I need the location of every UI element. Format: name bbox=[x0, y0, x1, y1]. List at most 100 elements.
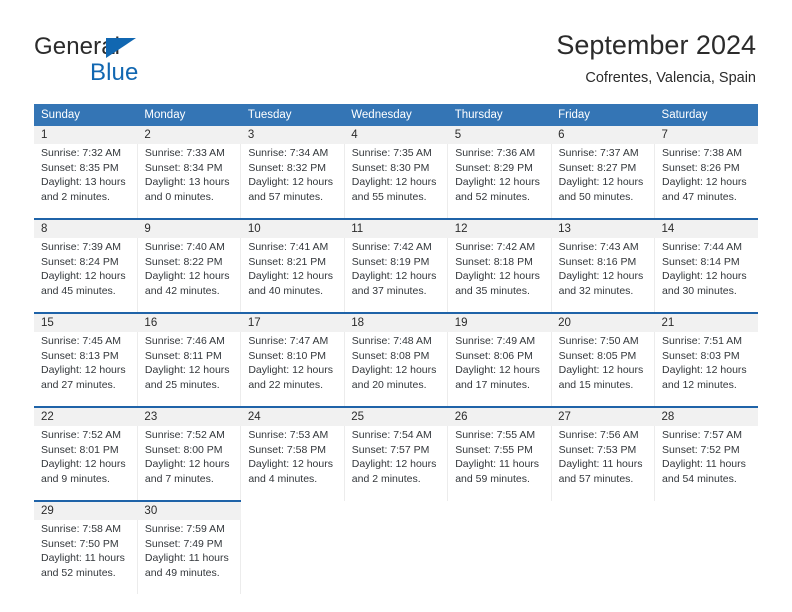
week-row-details: Sunrise: 7:58 AM Sunset: 7:50 PM Dayligh… bbox=[34, 520, 758, 594]
day-cell[interactable]: Sunrise: 7:35 AM Sunset: 8:30 PM Dayligh… bbox=[344, 144, 449, 219]
sunrise-text: Sunrise: 7:43 AM bbox=[558, 241, 639, 253]
day-number[interactable]: 25 bbox=[344, 406, 448, 426]
day-number[interactable]: 9 bbox=[137, 218, 241, 238]
day-number[interactable]: 22 bbox=[34, 406, 138, 426]
day-number[interactable]: 23 bbox=[137, 406, 241, 426]
day-cell[interactable]: Sunrise: 7:52 AM Sunset: 8:00 PM Dayligh… bbox=[137, 426, 242, 501]
daylight-text-line2: and 0 minutes. bbox=[144, 190, 214, 203]
daylight-text-line1: Daylight: 11 hours bbox=[662, 458, 746, 471]
day-number[interactable]: 8 bbox=[34, 218, 138, 238]
day-cell[interactable]: Sunrise: 7:55 AM Sunset: 7:55 PM Dayligh… bbox=[447, 426, 552, 501]
day-number[interactable]: 26 bbox=[447, 406, 552, 426]
sunrise-text: Sunrise: 7:41 AM bbox=[248, 241, 329, 253]
day-number[interactable]: 15 bbox=[34, 312, 138, 332]
day-cell[interactable]: Sunrise: 7:56 AM Sunset: 7:53 PM Dayligh… bbox=[551, 426, 656, 501]
weekday-header-wednesday: Wednesday bbox=[344, 104, 448, 126]
daylight-text-line1: Daylight: 12 hours bbox=[662, 270, 747, 283]
day-number[interactable]: 30 bbox=[137, 500, 241, 520]
day-number[interactable]: 19 bbox=[447, 312, 552, 332]
day-number[interactable]: 1 bbox=[34, 126, 138, 144]
day-number[interactable]: 21 bbox=[654, 312, 758, 332]
sunrise-text: Sunrise: 7:53 AM bbox=[248, 429, 329, 441]
sunrise-text: Sunrise: 7:34 AM bbox=[248, 147, 329, 159]
sunset-text: Sunset: 7:58 PM bbox=[248, 443, 326, 456]
daylight-text-line1: Daylight: 11 hours bbox=[41, 552, 125, 565]
week-row-daynumbers: 22 23 24 25 26 27 28 bbox=[34, 406, 758, 426]
page-header: General Blue September 2024 Cofrentes, V… bbox=[0, 0, 792, 100]
day-number[interactable]: 17 bbox=[240, 312, 345, 332]
sunrise-text: Sunrise: 7:49 AM bbox=[455, 335, 536, 347]
day-cell[interactable]: Sunrise: 7:44 AM Sunset: 8:14 PM Dayligh… bbox=[654, 238, 758, 313]
day-cell[interactable]: Sunrise: 7:43 AM Sunset: 8:16 PM Dayligh… bbox=[551, 238, 656, 313]
calendar-page: General Blue September 2024 Cofrentes, V… bbox=[0, 0, 792, 612]
day-number[interactable]: 2 bbox=[137, 126, 241, 144]
sunset-text: Sunset: 8:00 PM bbox=[144, 443, 223, 456]
day-cell[interactable]: Sunrise: 7:48 AM Sunset: 8:08 PM Dayligh… bbox=[344, 332, 449, 407]
day-cell[interactable]: Sunrise: 7:41 AM Sunset: 8:21 PM Dayligh… bbox=[240, 238, 345, 313]
day-number[interactable]: 12 bbox=[447, 218, 552, 238]
day-number[interactable]: 3 bbox=[240, 126, 345, 144]
daylight-text-line2: and 4 minutes. bbox=[248, 472, 318, 485]
day-cell[interactable]: Sunrise: 7:34 AM Sunset: 8:32 PM Dayligh… bbox=[240, 144, 345, 219]
day-cell[interactable]: Sunrise: 7:36 AM Sunset: 8:29 PM Dayligh… bbox=[447, 144, 552, 219]
day-number[interactable]: 13 bbox=[551, 218, 655, 238]
day-cell[interactable]: Sunrise: 7:47 AM Sunset: 8:10 PM Dayligh… bbox=[240, 332, 345, 407]
day-number[interactable]: 20 bbox=[551, 312, 655, 332]
daylight-text-line2: and 40 minutes. bbox=[248, 284, 324, 297]
day-cell[interactable]: Sunrise: 7:51 AM Sunset: 8:03 PM Dayligh… bbox=[654, 332, 758, 407]
day-cell[interactable]: Sunrise: 7:46 AM Sunset: 8:11 PM Dayligh… bbox=[137, 332, 242, 407]
day-number[interactable]: 18 bbox=[344, 312, 448, 332]
day-cell[interactable]: Sunrise: 7:54 AM Sunset: 7:57 PM Dayligh… bbox=[344, 426, 449, 501]
week-row-daynumbers: 15 16 17 18 19 20 21 bbox=[34, 312, 758, 332]
sunrise-text: Sunrise: 7:56 AM bbox=[558, 429, 639, 441]
day-number[interactable]: 11 bbox=[344, 218, 448, 238]
weekday-header-friday: Friday bbox=[551, 104, 655, 126]
daylight-text-line2: and 17 minutes. bbox=[455, 378, 530, 391]
day-number[interactable]: 4 bbox=[344, 126, 448, 144]
day-cell[interactable]: Sunrise: 7:58 AM Sunset: 7:50 PM Dayligh… bbox=[34, 520, 138, 594]
calendar-body: 1 2 3 4 5 6 7 Sunrise: 7:32 AM Sunset: 8… bbox=[34, 126, 758, 594]
daylight-text-line2: and 37 minutes. bbox=[351, 284, 427, 297]
day-number[interactable]: 27 bbox=[551, 406, 655, 426]
day-number[interactable]: 16 bbox=[137, 312, 241, 332]
sunset-text: Sunset: 8:21 PM bbox=[248, 255, 326, 268]
day-number[interactable]: 28 bbox=[654, 406, 758, 426]
sunset-text: Sunset: 8:30 PM bbox=[351, 161, 430, 174]
day-number[interactable]: 24 bbox=[240, 406, 345, 426]
empty-day-cell bbox=[654, 501, 758, 520]
day-cell[interactable]: Sunrise: 7:53 AM Sunset: 7:58 PM Dayligh… bbox=[240, 426, 345, 501]
daylight-text-line2: and 27 minutes. bbox=[41, 378, 116, 391]
daylight-text-line1: Daylight: 12 hours bbox=[248, 364, 333, 377]
day-number[interactable]: 5 bbox=[447, 126, 552, 144]
day-cell[interactable]: Sunrise: 7:40 AM Sunset: 8:22 PM Dayligh… bbox=[137, 238, 242, 313]
day-number[interactable]: 29 bbox=[34, 500, 138, 520]
sunset-text: Sunset: 8:01 PM bbox=[41, 443, 119, 456]
day-cell[interactable]: Sunrise: 7:57 AM Sunset: 7:52 PM Dayligh… bbox=[654, 426, 758, 501]
daylight-text-line2: and 12 minutes. bbox=[662, 378, 737, 391]
day-cell[interactable]: Sunrise: 7:49 AM Sunset: 8:06 PM Dayligh… bbox=[447, 332, 552, 407]
day-cell[interactable]: Sunrise: 7:52 AM Sunset: 8:01 PM Dayligh… bbox=[34, 426, 138, 501]
day-cell[interactable]: Sunrise: 7:42 AM Sunset: 8:18 PM Dayligh… bbox=[447, 238, 552, 313]
sunset-text: Sunset: 8:22 PM bbox=[144, 255, 223, 268]
sunset-text: Sunset: 7:52 PM bbox=[662, 443, 740, 456]
day-cell[interactable]: Sunrise: 7:32 AM Sunset: 8:35 PM Dayligh… bbox=[34, 144, 138, 219]
logo[interactable]: General Blue bbox=[34, 33, 234, 89]
day-number[interactable]: 6 bbox=[551, 126, 655, 144]
day-number[interactable]: 10 bbox=[240, 218, 345, 238]
daylight-text-line1: Daylight: 12 hours bbox=[41, 270, 126, 283]
day-cell[interactable]: Sunrise: 7:39 AM Sunset: 8:24 PM Dayligh… bbox=[34, 238, 138, 313]
day-cell[interactable]: Sunrise: 7:37 AM Sunset: 8:27 PM Dayligh… bbox=[551, 144, 656, 219]
daylight-text-line1: Daylight: 11 hours bbox=[558, 458, 643, 471]
day-cell[interactable]: Sunrise: 7:33 AM Sunset: 8:34 PM Dayligh… bbox=[137, 144, 242, 219]
sunset-text: Sunset: 8:16 PM bbox=[558, 255, 637, 268]
day-number[interactable]: 14 bbox=[654, 218, 758, 238]
day-cell[interactable]: Sunrise: 7:59 AM Sunset: 7:49 PM Dayligh… bbox=[137, 520, 242, 594]
day-cell[interactable]: Sunrise: 7:45 AM Sunset: 8:13 PM Dayligh… bbox=[34, 332, 138, 407]
day-cell[interactable]: Sunrise: 7:50 AM Sunset: 8:05 PM Dayligh… bbox=[551, 332, 656, 407]
sunrise-text: Sunrise: 7:48 AM bbox=[351, 335, 432, 347]
day-cell[interactable]: Sunrise: 7:38 AM Sunset: 8:26 PM Dayligh… bbox=[654, 144, 758, 219]
daylight-text-line2: and 25 minutes. bbox=[144, 378, 220, 391]
day-number[interactable]: 7 bbox=[654, 126, 758, 144]
daylight-text-line2: and 45 minutes. bbox=[41, 284, 116, 297]
day-cell[interactable]: Sunrise: 7:42 AM Sunset: 8:19 PM Dayligh… bbox=[344, 238, 449, 313]
